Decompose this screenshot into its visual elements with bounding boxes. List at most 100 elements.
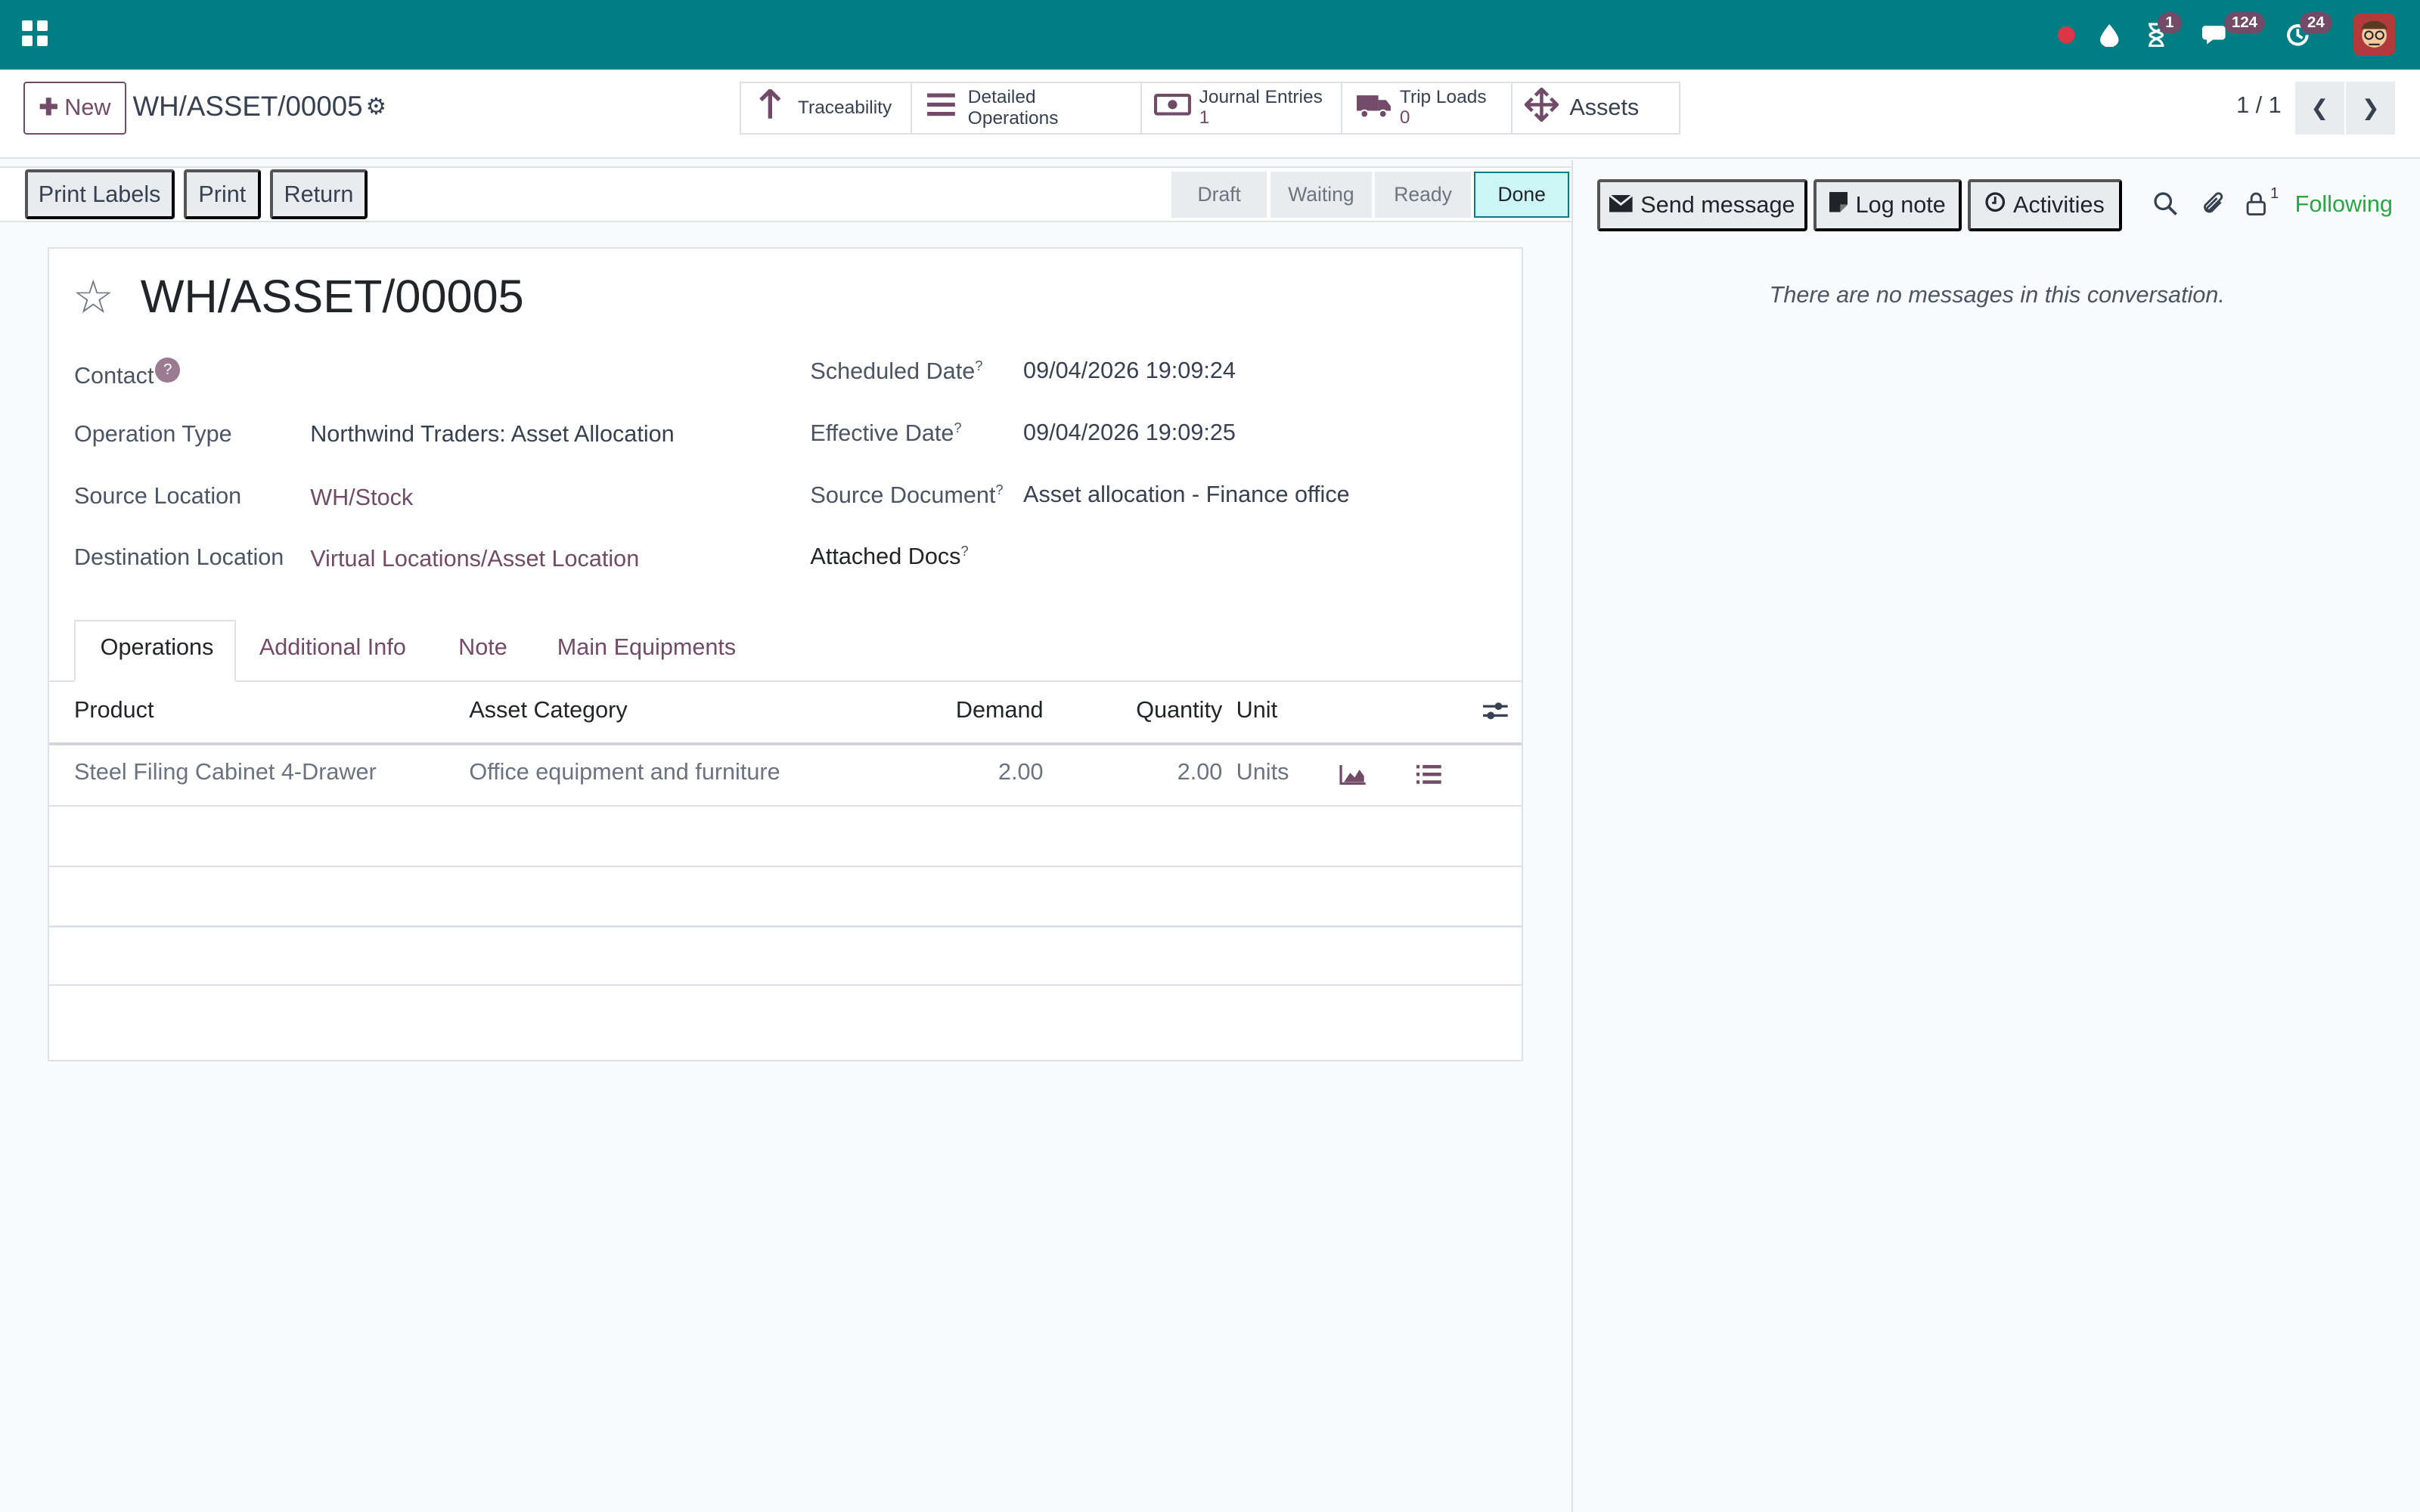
asset-category-cell[interactable]: Office equipment and furniture <box>469 759 780 785</box>
plus-icon: ✚ <box>39 94 59 121</box>
traceability-label: Traceability <box>798 97 892 118</box>
droplet-icon[interactable] <box>2096 0 2124 70</box>
stage-draft[interactable]: Draft <box>1171 171 1267 218</box>
smart-buttons: Traceability Detailed Operations Journal… <box>739 82 1681 135</box>
apps-menu-icon[interactable] <box>21 20 48 47</box>
journal-entries-label: Journal Entries <box>1199 87 1323 108</box>
scheduled-date-label: Scheduled Date? <box>810 358 983 385</box>
activities-label: Activities <box>2013 191 2105 218</box>
send-message-label: Send message <box>1640 191 1795 218</box>
scheduled-date-value[interactable]: 09/04/2026 19:09:24 <box>1023 358 1236 384</box>
column-header-quantity[interactable]: Quantity <box>1099 697 1222 723</box>
user-avatar[interactable] <box>2353 14 2396 56</box>
pager-previous-button[interactable]: ❮ <box>2294 82 2344 135</box>
table-row-divider <box>49 865 1522 867</box>
send-message-button[interactable]: Send message <box>1597 178 1807 232</box>
print-labels-button[interactable]: Print Labels <box>24 169 175 219</box>
updates-badge: 24 <box>2299 12 2332 34</box>
optional-columns-icon[interactable] <box>1481 699 1509 730</box>
star-icon[interactable]: ☆ <box>73 274 114 321</box>
log-note-label: Log note <box>1855 191 1946 218</box>
column-header-demand[interactable]: Demand <box>920 697 1044 723</box>
hourglass-icon[interactable] <box>2142 0 2170 70</box>
return-button[interactable]: Return <box>270 169 368 219</box>
record-title: WH/ASSET/00005 <box>140 271 524 323</box>
log-note-button[interactable]: Log note <box>1813 178 1962 232</box>
following-button[interactable]: Following <box>2295 191 2393 218</box>
list-bars-icon <box>924 91 957 125</box>
tab-additional-info[interactable]: Additional Info <box>259 634 406 661</box>
forecast-chart-icon[interactable] <box>1339 762 1367 791</box>
column-header-asset-category[interactable]: Asset Category <box>469 697 627 723</box>
tab-main-equipments[interactable]: Main Equipments <box>557 634 737 661</box>
clock-icon <box>1985 192 2006 218</box>
updates-clock-icon[interactable] <box>2282 0 2313 70</box>
detailed-operations-label: Detailed Operations <box>967 86 1059 129</box>
contact-label: Contact? <box>74 358 181 389</box>
effective-date-value: 09/04/2026 19:09:25 <box>1023 420 1236 446</box>
breadcrumb-record-name: WH/ASSET/00005 <box>132 91 363 122</box>
table-row-divider <box>49 925 1522 928</box>
messages-badge: 124 <box>2223 12 2266 34</box>
envelope-icon <box>1609 192 1634 218</box>
pager-next-button[interactable]: ❯ <box>2346 82 2396 135</box>
operation-type-label: Operation Type <box>73 421 232 448</box>
pager-value[interactable]: 1 / 1 <box>2236 92 2282 119</box>
assets-button[interactable]: Assets <box>1512 83 1679 132</box>
detailed-list-icon[interactable] <box>1415 762 1443 791</box>
operation-type-value[interactable]: Northwind Traders: Asset Allocation <box>310 421 675 448</box>
activities-button[interactable]: Activities <box>1968 178 2123 232</box>
attached-docs-label: Attached Docs? <box>810 543 969 570</box>
quantity-cell[interactable]: 2.00 <box>1099 759 1223 785</box>
empty-conversation-message: There are no messages in this conversati… <box>1769 282 2225 308</box>
traceability-button[interactable]: Traceability <box>741 83 913 133</box>
journal-entries-count: 1 <box>1199 107 1210 128</box>
recording-icon[interactable] <box>2052 0 2080 70</box>
top-navbar: 1 124 24 <box>0 0 2420 70</box>
trip-loads-label: Trip Loads <box>1399 87 1487 108</box>
destination-location-link[interactable]: Virtual Locations/Asset Location <box>310 546 639 572</box>
activities-badge: 1 <box>2158 12 2182 34</box>
product-cell[interactable]: Steel Filing Cabinet 4-Drawer <box>74 759 377 785</box>
trip-loads-count: 0 <box>1399 107 1410 128</box>
effective-date-label: Effective Date? <box>810 420 962 447</box>
assets-label: Assets <box>1569 94 1640 121</box>
print-button[interactable]: Print <box>183 169 261 219</box>
truck-icon <box>1355 91 1391 125</box>
source-location-label: Source Location <box>73 482 242 509</box>
chatter-divider <box>1571 160 1573 1512</box>
stage-done[interactable]: Done <box>1473 171 1570 218</box>
help-icon[interactable]: ? <box>155 358 181 383</box>
table-row-divider <box>49 984 1522 987</box>
destination-location-label: Destination Location <box>73 544 284 571</box>
stage-ready[interactable]: Ready <box>1375 171 1471 218</box>
table-row-divider <box>49 805 1522 807</box>
column-header-unit[interactable]: Unit <box>1236 697 1277 723</box>
chevron-left-icon: ❮ <box>2310 96 2329 121</box>
demand-cell[interactable]: 2.00 <box>920 759 1044 785</box>
paperclip-icon[interactable] <box>2201 191 2226 222</box>
followers-count: 1 <box>2270 184 2279 202</box>
followers-lock-icon[interactable] <box>2245 191 2267 222</box>
table-header-border <box>49 742 1522 745</box>
money-icon <box>1154 92 1192 124</box>
new-button[interactable]: ✚ New <box>23 82 127 135</box>
journal-entries-button[interactable]: Journal Entries 1 <box>1142 83 1343 133</box>
tab-note[interactable]: Note <box>458 634 507 661</box>
unit-cell[interactable]: Units <box>1236 759 1289 785</box>
detailed-operations-button[interactable]: Detailed Operations <box>912 83 1143 133</box>
tab-operations[interactable]: Operations <box>101 634 214 661</box>
new-button-label: New <box>64 94 111 121</box>
note-icon <box>1829 192 1848 218</box>
stage-waiting[interactable]: Waiting <box>1270 171 1373 218</box>
trip-loads-button[interactable]: Trip Loads 0 <box>1342 83 1512 133</box>
arrow-up-icon <box>753 88 787 127</box>
column-header-product[interactable]: Product <box>74 697 154 723</box>
chat-icon[interactable] <box>2201 0 2235 70</box>
source-document-label: Source Document? <box>810 481 1004 508</box>
move-arrows-icon <box>1524 86 1560 129</box>
search-icon[interactable] <box>2153 191 2178 222</box>
source-document-value[interactable]: Asset allocation - Finance office <box>1023 482 1350 508</box>
gear-icon[interactable]: ⚙ <box>366 94 386 120</box>
source-location-link[interactable]: WH/Stock <box>310 485 413 511</box>
